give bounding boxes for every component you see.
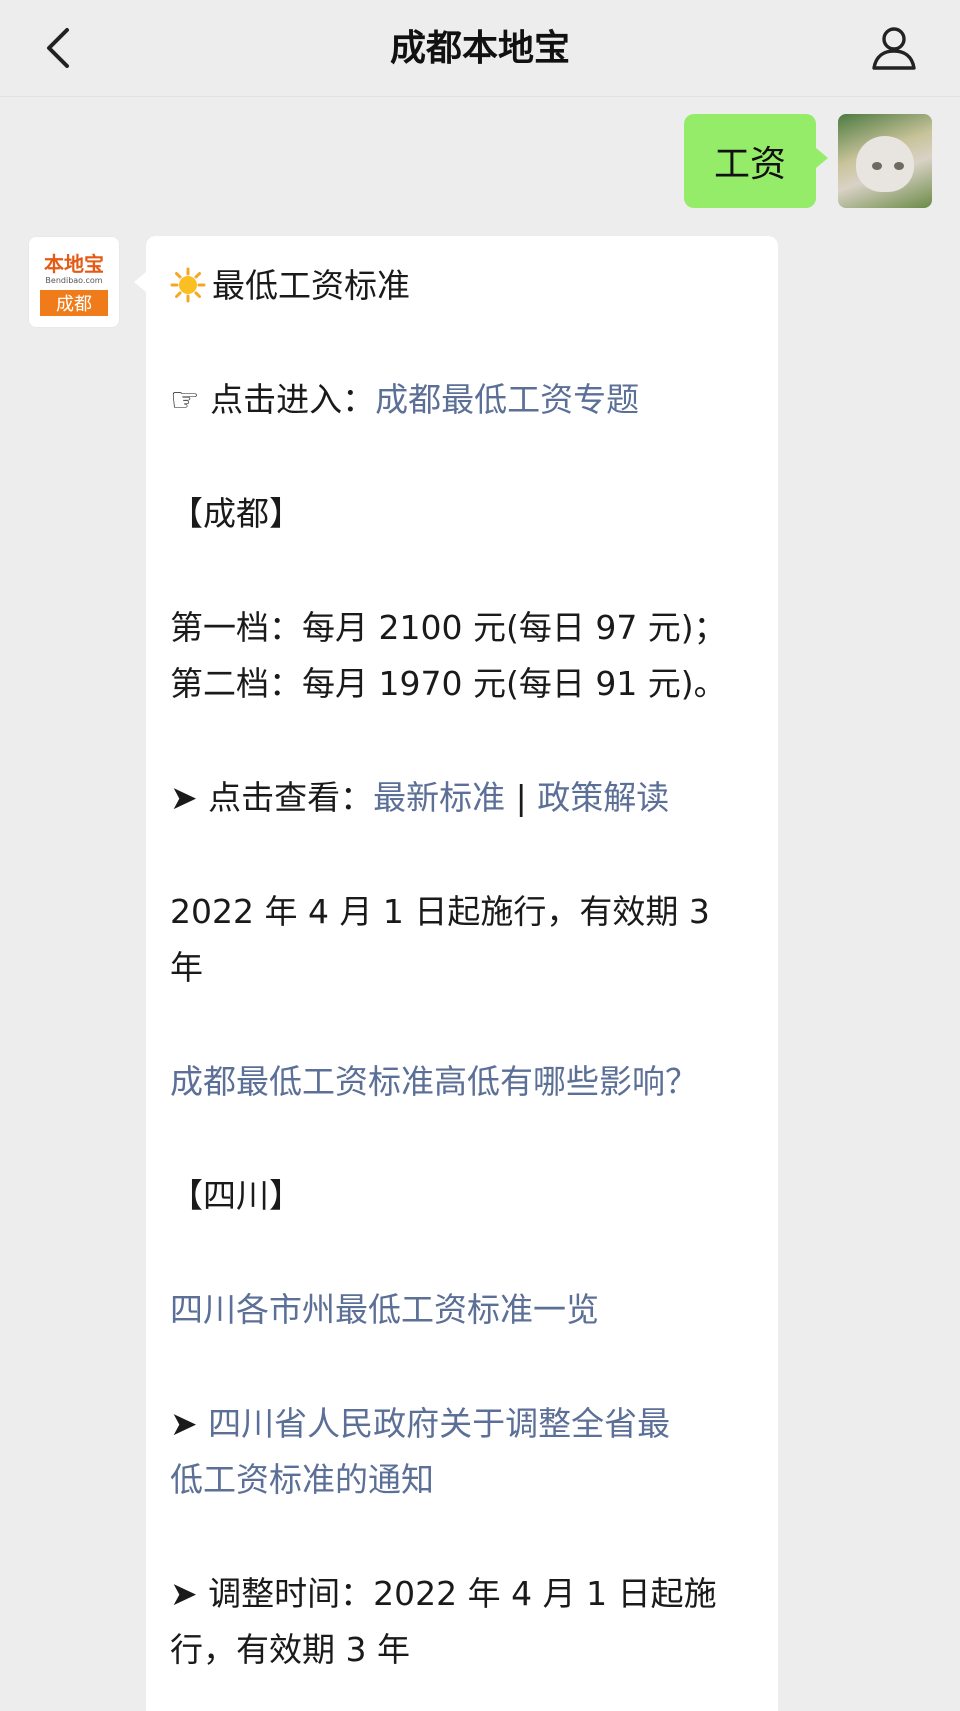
avatar-city: 成都: [40, 290, 108, 316]
section-sichuan: 【四川】: [170, 1176, 302, 1215]
bot-message-bubble: 最低工资标准 ☞ 点击进入：成都最低工资专题 【成都】 第一档：每月 2100 …: [134, 236, 778, 1711]
entry-prefix: ☞ 点击进入：: [170, 380, 376, 419]
sichuan-city-list-link[interactable]: 四川各市州最低工资标准一览: [170, 1282, 754, 1338]
avatar-brand: 本地宝: [44, 252, 104, 276]
notice-link-line-2[interactable]: 低工资标准的通知: [170, 1452, 754, 1508]
adjust-line-1: ➤ 调整时间：2022 年 4 月 1 日起施: [170, 1574, 717, 1613]
cat-eye-right: [894, 162, 904, 170]
impact-link[interactable]: 成都最低工资标准高低有哪些影响？: [170, 1054, 754, 1110]
person-icon: [872, 27, 916, 70]
cat-eye-left: [872, 162, 882, 170]
avatar-domain: Bendibao.com: [45, 276, 103, 285]
link-separator: |: [505, 778, 538, 817]
user-message-text: 工资: [713, 144, 786, 185]
top-nav-bar: 成都本地宝: [0, 0, 960, 97]
notice-arrow: ➤: [170, 1404, 209, 1443]
adjust-line-2: 行，有效期 3 年: [170, 1630, 410, 1669]
profile-button[interactable]: [864, 18, 924, 78]
heading-line: 最低工资标准: [170, 258, 754, 314]
notice-line-1: ➤ 四川省人民政府关于调整全省最: [170, 1396, 754, 1452]
page-title: 成都本地宝: [389, 28, 570, 69]
chengdu-min-wage-topic-link[interactable]: 成都最低工资专题: [375, 380, 639, 419]
view-line: ➤ 点击查看：最新标准 | 政策解读: [170, 770, 754, 826]
latest-standard-link[interactable]: 最新标准: [373, 778, 505, 817]
cat-face: [856, 136, 914, 192]
tier2-text: 第二档：每月 1970 元(每日 91 元)。: [170, 664, 727, 703]
tier1-text: 第一档：每月 2100 元(每日 97 元)；: [170, 608, 727, 647]
section-chengdu: 【成都】: [170, 494, 302, 533]
sun-icon: [170, 267, 206, 303]
view-prefix: ➤ 点击查看：: [170, 778, 374, 817]
bot-avatar[interactable]: 本地宝 Bendibao.com 成都: [28, 236, 120, 328]
heading-text: 最低工资标准: [212, 266, 410, 305]
effective-line-1: 2022 年 4 月 1 日起施行，有效期 3: [170, 892, 710, 931]
policy-interpretation-link[interactable]: 政策解读: [537, 778, 669, 817]
entry-line: ☞ 点击进入：成都最低工资专题: [170, 372, 754, 428]
effective-line-2: 年: [170, 948, 203, 987]
user-avatar[interactable]: [838, 114, 932, 208]
notice-link[interactable]: 四川省人民政府关于调整全省最: [208, 1404, 670, 1443]
user-message-bubble[interactable]: 工资: [684, 114, 828, 208]
